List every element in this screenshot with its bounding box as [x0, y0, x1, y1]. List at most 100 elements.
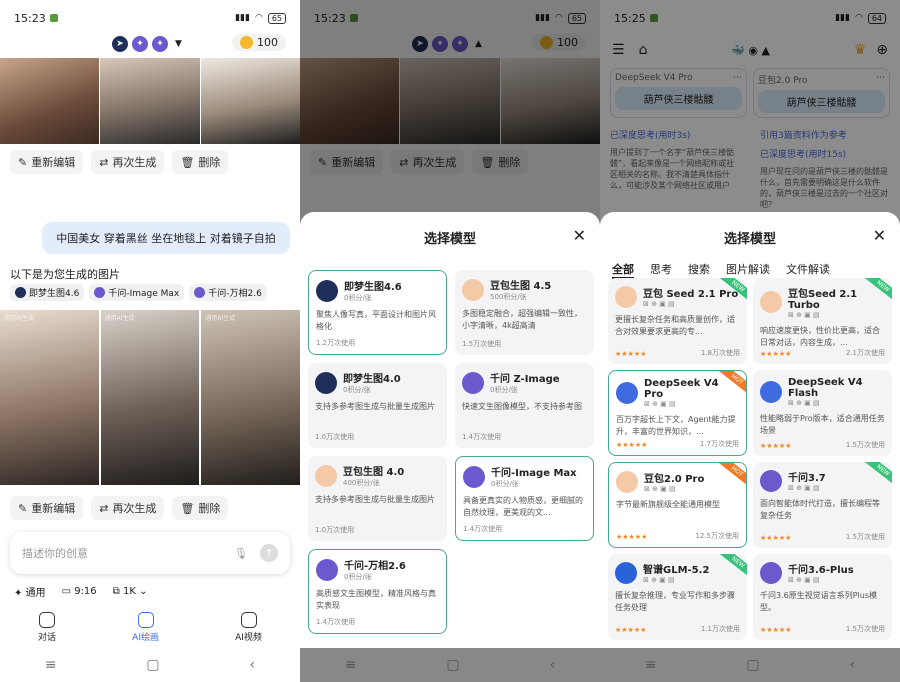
back-nav-icon[interactable]: ‹ — [249, 657, 255, 673]
delete-button[interactable]: 🗑 删除 — [172, 150, 229, 174]
rating-stars: ★★★★★ — [760, 534, 792, 542]
usage-count: 1.2万次使用 — [316, 339, 356, 347]
model-chip[interactable]: 千问-万相2.6 — [189, 284, 267, 301]
model-name: 千问-Image Max — [491, 468, 577, 479]
model-card[interactable]: NEW 千问3.7 ⊠ ⊕ ▣ ▤ 面向智能体时代打造，擅长编程等复杂任务 ★★★★★ 1… — [753, 462, 892, 548]
card-header: DeepSeek V4 Flash ⊠ ⊕ ▣ ▤ — [760, 377, 885, 407]
back-nav-icon[interactable]: ‹ — [549, 657, 555, 673]
wifi-icon: ◠ — [254, 13, 263, 23]
doubao-logo-icon — [315, 464, 337, 487]
jimeng-logo-icon — [315, 371, 337, 394]
model-price: 500积分/张 — [490, 293, 527, 301]
re-edit-button[interactable]: ✎ 重新编辑 — [10, 496, 84, 520]
status-icons: ▮▮▮ ◠ 65 — [235, 12, 286, 24]
generated-image[interactable]: 通用AI生成 — [201, 310, 300, 485]
menu-nav-icon[interactable]: ≡ — [45, 657, 57, 673]
model-price: 0积分/张 — [490, 386, 518, 394]
menu-nav-icon[interactable]: ≡ — [645, 657, 657, 673]
model-price: 400积分/张 — [343, 479, 380, 487]
tab-chat[interactable]: 对话 — [38, 612, 56, 643]
home-nav-icon[interactable]: ▢ — [146, 657, 159, 673]
menu-nav-icon[interactable]: ≡ — [345, 657, 357, 673]
home-nav-icon[interactable]: ▢ — [446, 657, 459, 673]
close-icon[interactable]: ✕ — [573, 226, 586, 245]
ratio-option[interactable]: ▭ 9:16 — [62, 586, 97, 597]
coin-icon — [240, 36, 253, 49]
regenerate-button[interactable]: ⇄ 再次生成 — [91, 150, 165, 174]
model-card[interactable]: NEW 智谱GLM-5.2 ⊠ ⊕ ▣ ▤ 擅长复杂推理，专业写作和多步骤任务处理 ★★… — [608, 554, 747, 640]
generated-image[interactable]: 通用AI生成 — [100, 310, 200, 485]
send-button[interactable]: ↑ — [260, 544, 278, 562]
model-card[interactable]: 千问-万相2.6 0积分/张 高质感文生图模型，精准风格与真实表现 1.4万次使用 — [308, 549, 447, 634]
model-card[interactable]: HOT DeepSeek V4 Pro ⊠ ⊕ ▣ ▤ 百万字超长上下文，Agent能… — [608, 370, 747, 456]
usage-count: 1.0万次使用 — [315, 433, 355, 441]
close-icon[interactable]: ✕ — [873, 226, 886, 245]
model-price: 0积分/张 — [344, 573, 372, 581]
signal-icon: ▮▮▮ — [235, 13, 250, 23]
model-card[interactable]: 千问 Z-Image 0积分/张 快速文生图像模型，不支持参考图 1.4万次使用 — [455, 363, 594, 448]
model-card[interactable]: 豆包生图 4.0 400积分/张 支持多参考图生成与批量生成图片 1.0万次使用 — [308, 456, 447, 541]
points-badge[interactable]: 100 — [232, 34, 286, 51]
model-card[interactable]: DeepSeek V4 Flash ⊠ ⊕ ▣ ▤ 性能略弱于Pro版本，适合通用任… — [753, 370, 892, 456]
card-title-block: 千问-万相2.6 0积分/张 — [344, 557, 406, 582]
tab-1[interactable]: 思考 — [650, 261, 672, 279]
card-header: 即梦生图4.0 0积分/张 — [315, 370, 440, 395]
usage-count: 2.1万次使用 — [845, 349, 885, 357]
model-card-grid: NEW 豆包 Seed 2.1 Pro ⊠ ⊕ ▣ ▤ 更擅长复杂任务和高质量创作，适… — [608, 278, 894, 640]
microphone-icon[interactable]: 🎙 — [234, 547, 248, 560]
re-edit-button[interactable]: ✎ 重新编辑 — [10, 150, 84, 174]
generated-image[interactable]: 通用AI生成 — [0, 310, 99, 485]
model-card[interactable]: 即梦生图4.0 0积分/张 支持多参考图生成与批量生成图片 1.0万次使用 — [308, 363, 447, 448]
model-card[interactable]: 即梦生图4.6 0积分/张 聚焦人像写真，平面设计和图片风格化 1.2万次使用 — [308, 270, 447, 355]
model-switcher[interactable]: ➤ ✦ ✦ ▼ — [112, 36, 182, 52]
doubao-logo-icon — [616, 470, 638, 493]
model-description: 擅长复杂推理，专业写作和多步骤任务处理 — [615, 591, 735, 612]
usage-count: 1.0万次使用 — [315, 526, 355, 534]
delete-button[interactable]: 🗑 删除 — [172, 496, 229, 520]
card-title-block: 千问-Image Max 0积分/张 — [491, 464, 577, 489]
card-title-block: 豆包生图 4.5 500积分/张 — [490, 277, 551, 302]
card-title-block: 豆包Seed 2.1 Turbo ⊠ ⊕ ▣ ▤ — [788, 285, 885, 319]
home-nav-icon[interactable]: ▢ — [746, 657, 759, 673]
card-header: 豆包Seed 2.1 Turbo ⊠ ⊕ ▣ ▤ — [760, 285, 885, 319]
previous-images — [0, 58, 300, 144]
generated-image[interactable] — [0, 58, 100, 144]
generated-image[interactable] — [100, 58, 200, 144]
capability-icons: ⊠ ⊕ ▣ ▤ — [788, 576, 820, 584]
qwen-logo-icon — [760, 469, 782, 492]
tab-3[interactable]: 图片解读 — [726, 261, 770, 279]
card-header: 千问3.7 ⊠ ⊕ ▣ ▤ — [760, 469, 885, 492]
tab-0[interactable]: 全部 — [612, 261, 634, 279]
style-label: 通用 — [25, 588, 46, 599]
tab-4[interactable]: 文件解读 — [786, 261, 830, 279]
tab-2[interactable]: 搜索 — [688, 261, 710, 279]
model-chip[interactable]: 即梦生图4.6 — [10, 284, 85, 301]
card-header: DeepSeek V4 Pro ⊠ ⊕ ▣ ▤ — [616, 378, 739, 408]
model-card[interactable]: NEW 豆包 Seed 2.1 Pro ⊠ ⊕ ▣ ▤ 更擅长复杂任务和高质量创作，适… — [608, 278, 747, 364]
model-card[interactable]: 豆包生图 4.5 500积分/张多图稳定融合，超强编辑一致性，小字清晰，4k超高清… — [455, 270, 594, 355]
doubao-logo-icon — [760, 291, 782, 313]
model-card[interactable]: 千问-Image Max 0积分/张具备更真实的人物质感，更细腻的自然纹理，更美观… — [455, 456, 594, 541]
style-option[interactable]: ✦ 通用 — [14, 584, 46, 599]
card-title-block: 智谱GLM-5.2 ⊠ ⊕ ▣ ▤ — [643, 561, 709, 584]
model-card[interactable]: NEW 豆包Seed 2.1 Turbo ⊠ ⊕ ▣ ▤ 响应速度更快，性价比更高，适… — [753, 278, 892, 364]
model-name: 豆包2.0 Pro — [644, 474, 705, 485]
model-description: 百万字超长上下文，Agent能力提升，丰富的世界知识，... — [616, 415, 736, 436]
model-description: 多图稳定融合，超强编辑一致性，小字清晰，4k超高清 — [462, 309, 582, 330]
model-card[interactable]: HOT 豆包2.0 Pro ⊠ ⊕ ▣ ▤ 字节最新旗舰级全能通用模型 ★★★★★ 12.… — [608, 462, 747, 548]
tab-ai-video[interactable]: AI视频 — [235, 612, 262, 643]
model-chip[interactable]: 千问-Image Max — [89, 284, 185, 301]
result-label: 以下是为您生成的图片 — [10, 268, 120, 281]
model-name: 豆包生图 4.0 — [343, 467, 405, 478]
model-price: 0积分/张 — [343, 386, 371, 394]
prompt-input[interactable]: 描述你的创意 🎙 ↑ — [10, 532, 290, 574]
back-nav-icon[interactable]: ‹ — [849, 657, 855, 673]
regenerate-button[interactable]: ⇄ 再次生成 — [91, 496, 165, 520]
model-description: 具备更真实的人物质感，更细腻的自然纹理，更美观的文... — [463, 496, 583, 517]
model-card[interactable]: 千问3.6-Plus ⊠ ⊕ ▣ ▤ 千问3.6原生视觉语言系列Plus模型。 ★★★… — [753, 554, 892, 640]
capability-icons: ⊠ ⊕ ▣ ▤ — [788, 399, 820, 407]
tab-ai-drawing[interactable]: AI绘画 — [132, 612, 159, 643]
resolution-option[interactable]: ⧉ 1K ⌄ — [113, 586, 148, 597]
generated-image[interactable] — [200, 58, 300, 144]
capability-icons: ⊠ ⊕ ▣ ▤ — [643, 300, 675, 308]
